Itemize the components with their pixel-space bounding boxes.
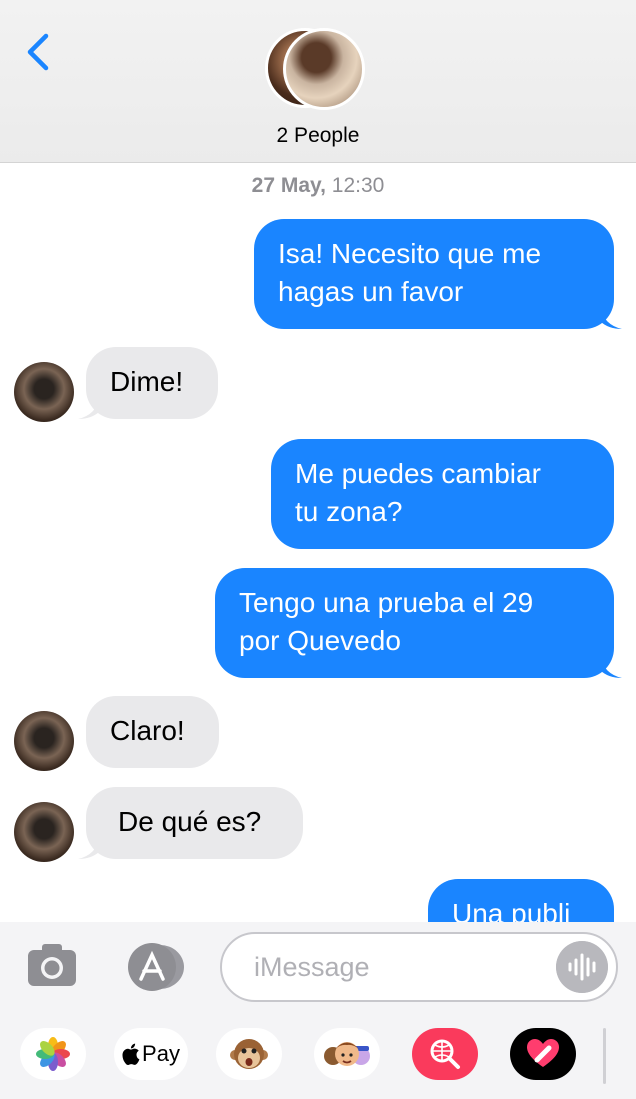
photos-app-icon[interactable]	[20, 1028, 86, 1080]
avatar[interactable]	[14, 362, 74, 422]
digital-touch-icon[interactable]	[510, 1028, 576, 1080]
incoming-message[interactable]: Claro!	[86, 696, 219, 768]
message-timestamp: 27 May, 12:30	[251, 174, 385, 197]
waveform-icon[interactable]	[556, 941, 608, 993]
avatar[interactable]	[14, 802, 74, 862]
message-line: por Quevedo	[239, 625, 401, 656]
message-line: De qué es?	[118, 806, 262, 837]
message-line: Isa! Necesito que me	[278, 238, 542, 269]
memoji-icon[interactable]	[314, 1028, 380, 1080]
web-search-icon[interactable]	[412, 1028, 478, 1080]
group-avatar[interactable]	[265, 28, 371, 110]
apple-pay-app-icon[interactable]: Pay	[114, 1028, 188, 1080]
app-drawer-divider	[603, 1028, 606, 1084]
message-line: Claro!	[110, 715, 185, 746]
avatar[interactable]	[14, 711, 74, 771]
message-line: tu zona?	[295, 496, 403, 527]
message-line: hagas un favor	[278, 276, 464, 307]
conversation-header: 2 People	[0, 0, 636, 163]
app-store-icon[interactable]	[122, 942, 188, 992]
outgoing-message[interactable]: Isa! Necesito que me hagas un favor	[254, 219, 614, 329]
incoming-message[interactable]: De qué es?	[86, 787, 303, 859]
animoji-monkey-icon[interactable]	[216, 1028, 282, 1080]
message-line: Me puedes cambiar	[295, 458, 541, 489]
incoming-message[interactable]: Dime!	[86, 347, 218, 419]
message-line: Tengo una prueba el 29	[239, 587, 534, 618]
chevron-left-icon[interactable]	[18, 30, 58, 74]
outgoing-message[interactable]: Tengo una prueba el 29 por Quevedo	[215, 568, 614, 678]
message-input[interactable]: iMessage	[220, 932, 618, 1002]
conversation-title[interactable]: 2 People	[0, 124, 636, 148]
message-line: Dime!	[110, 366, 184, 397]
apple-pay-label: Pay	[142, 1041, 180, 1066]
camera-icon[interactable]	[26, 942, 78, 988]
avatar	[283, 28, 365, 110]
apple-logo-icon	[122, 1043, 140, 1065]
outgoing-message[interactable]: Me puedes cambiar tu zona?	[271, 439, 614, 549]
message-input-placeholder: iMessage	[254, 952, 370, 982]
